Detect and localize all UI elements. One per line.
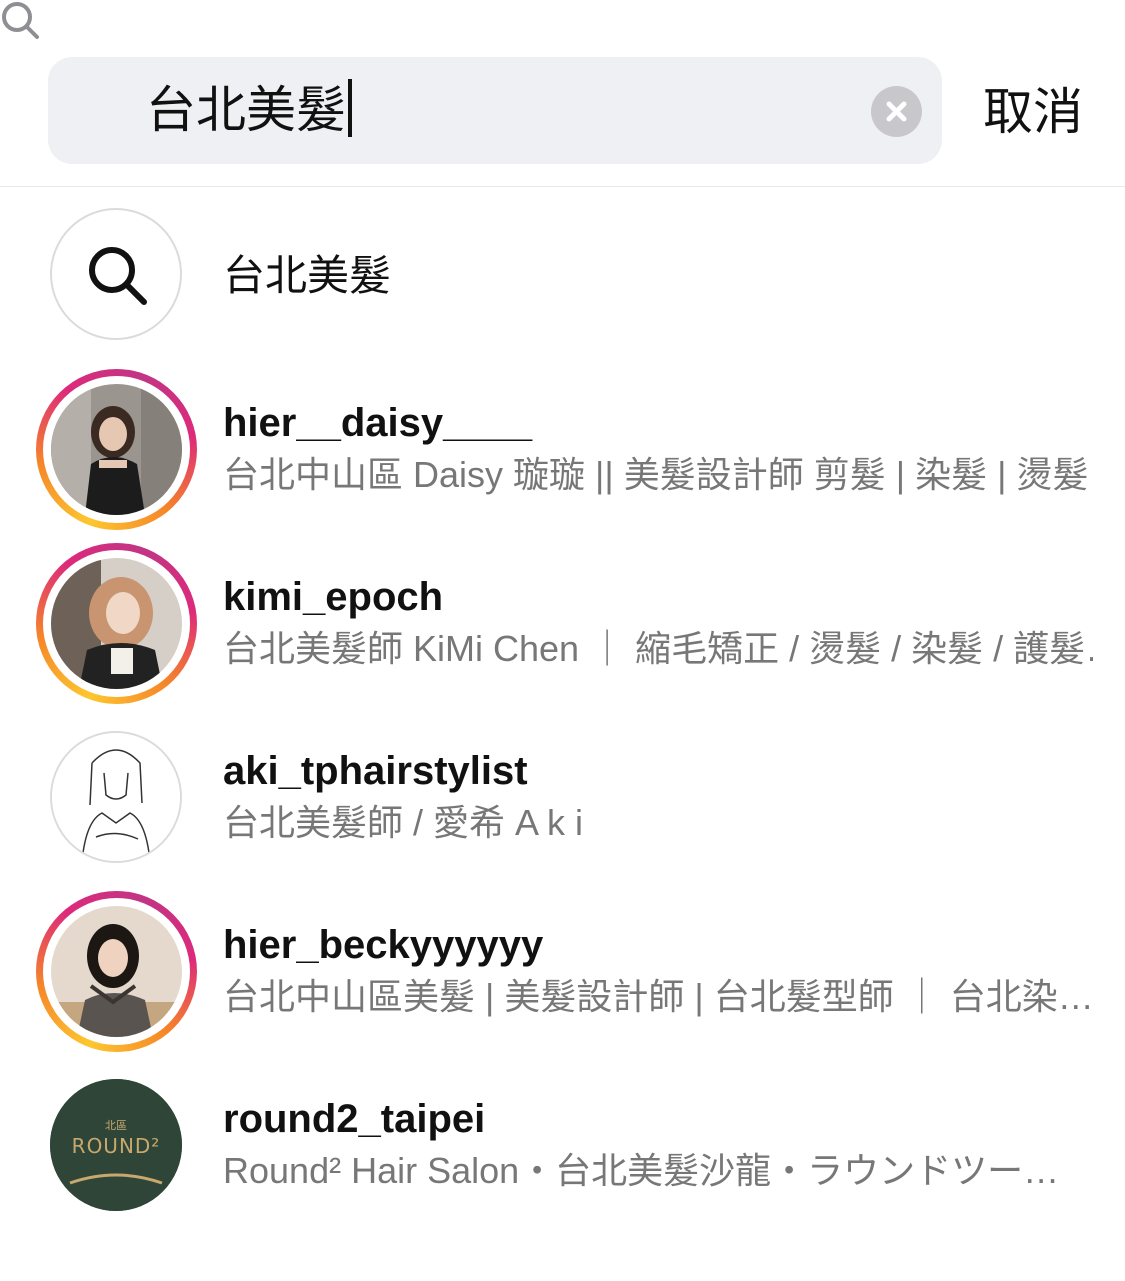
account-username: hier__daisy____ [223,401,533,445]
avatar: 北區 ROUND² [50,1079,182,1211]
header-divider [0,186,1125,187]
round2-logo: 北區 ROUND² [50,1079,182,1211]
account-username: aki_tphairstylist [223,749,528,793]
account-username: kimi_epoch [223,575,444,619]
cancel-button[interactable]: 取消 [983,80,1083,144]
account-bio: Round² Hair Salon・台北美髮沙龍・ラウンドツー… [223,1150,1060,1191]
account-bio: 台北中山區 Daisy 璇璇 || 美髮設計師 剪髮 | 染髮 | 燙髮… [223,454,1093,495]
avatar [51,384,182,515]
close-icon [886,101,907,122]
account-result-row[interactable]: hier_beckyyyyyy 台北中山區美髮 | 美髮設計師 | 台北髮型師 … [0,891,1125,1061]
story-ring [36,369,197,530]
search-query-text: 台北美髮 [146,82,346,138]
account-bio: 台北美髮師 / 愛希 A k i [223,802,584,843]
account-result-row[interactable]: aki_tphairstylist 台北美髮師 / 愛希 A k i [0,717,1125,887]
avatar [50,731,182,863]
story-ring [36,543,197,704]
search-icon [89,247,147,305]
search-screen: 台北美髮 取消 台北美髮 hier__daisy____ 台北中山區 Daisy… [0,0,1125,1281]
clear-search-button[interactable] [871,86,922,137]
account-result-row[interactable]: hier__daisy____ 台北中山區 Daisy 璇璇 || 美髮設計師 … [0,369,1125,539]
account-bio: 台北中山區美髮 | 美髮設計師 | 台北髮型師 ｜ 台北染… [223,976,1093,1017]
logo-main-text: ROUND² [72,1134,161,1158]
account-result-row[interactable]: 北區 ROUND² round2_taipei Round² Hair Salo… [0,1065,1125,1235]
suggestion-label: 台北美髮 [223,252,392,299]
search-input[interactable]: 台北美髮 [146,76,352,144]
logo-top-text: 北區 [105,1119,127,1132]
avatar [51,558,182,689]
avatar [51,906,182,1037]
text-caret [348,79,352,137]
search-icon [2,2,39,39]
account-result-row[interactable]: kimi_epoch 台北美髮師 KiMi Chen ｜ 縮毛矯正 / 燙髮 /… [0,543,1125,713]
account-bio: 台北美髮師 KiMi Chen ｜ 縮毛矯正 / 燙髮 / 染髮 / 護髮… [223,628,1093,669]
suggestion-icon-circle [50,208,182,340]
account-username: round2_taipei [223,1097,486,1141]
story-ring [36,891,197,1052]
account-username: hier_beckyyyyyy [223,923,544,967]
